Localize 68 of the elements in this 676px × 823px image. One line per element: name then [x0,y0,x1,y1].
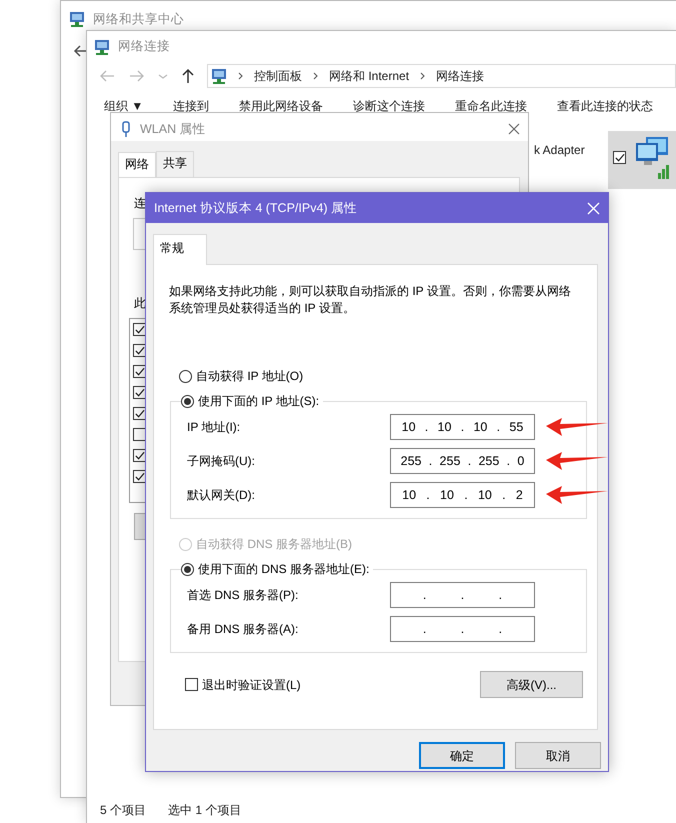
annotation-arrow [546,417,608,437]
breadcrumb-item[interactable]: 网络和 Internet [329,67,410,85]
component-checkbox[interactable] [133,407,146,420]
toolbar-button[interactable]: 重命名此连接 [455,97,528,115]
field-label: 子网掩码(U): [187,453,256,470]
chevron-icon [312,71,319,81]
component-checkbox[interactable] [133,323,146,336]
network-icon [211,68,227,84]
adapter-name: k Adapter [534,142,585,159]
radio-label[interactable]: 使用下面的 DNS 服务器地址(E): [198,560,370,578]
adapter-icon [120,120,132,138]
radio-label[interactable]: 使用下面的 IP 地址(S): [198,392,320,410]
radio-label[interactable]: 自动获得 IP 地址(O) [196,367,304,385]
component-checkbox[interactable] [133,449,146,462]
field-label: 首选 DNS 服务器(P): [187,587,300,604]
tab[interactable]: 共享 [156,151,194,177]
checkbox[interactable] [185,678,198,691]
ip-address-field[interactable]: 10 . 10 . 10 . 55 [390,414,535,440]
window-title: 网络连接 [118,38,170,56]
network-icon [94,38,110,54]
status-text: 选中 1 个项目 [168,802,242,819]
window-title: 网络和共享中心 [93,11,184,28]
toolbar-button[interactable]: 查看此连接的状态 [557,97,654,115]
ok-button[interactable]: 确定 [419,742,505,769]
up-icon[interactable] [181,68,195,84]
annotation-arrow [546,451,608,471]
toolbar-button[interactable]: 禁用此网络设备 [239,97,324,115]
component-checkbox[interactable] [133,428,146,441]
ip-address-field[interactable]: . . . [390,616,535,642]
component-checkbox[interactable] [133,365,146,378]
ip-address-field[interactable]: 10 . 10 . 10 . 2 [390,482,535,508]
radio-button[interactable] [181,394,194,408]
field-label: IP 地址(I): [187,419,242,436]
field-label: 默认网关(D): [187,487,256,504]
ip-address-field[interactable]: 255 . 255 . 255 . 0 [390,448,535,474]
window-title: WLAN 属性 [140,120,207,138]
ip-address-field[interactable]: . . . [390,582,535,608]
breadcrumb-item[interactable]: 控制面板 [254,67,302,85]
component-checkbox[interactable] [133,386,146,399]
adapter-checkbox[interactable] [613,151,626,164]
tab[interactable]: 网络 [118,152,156,178]
checkbox-label[interactable]: 退出时验证设置(L) [202,676,301,694]
field-label: 备用 DNS 服务器(A): [187,621,300,638]
radio-button[interactable] [179,370,192,382]
tab[interactable]: 常规 [153,234,207,265]
toolbar-button[interactable]: 连接到 [173,97,210,115]
chevron-icon [419,71,426,81]
adapter-item[interactable] [608,131,676,189]
radio-button[interactable] [181,562,194,576]
label-text: 连 [134,195,146,212]
label-text: 此 [134,295,146,312]
breadcrumb-item[interactable]: 网络连接 [436,67,484,85]
component-checkbox[interactable] [133,470,146,483]
chevron-icon [237,71,244,81]
status-text: 5 个项目 [100,802,146,819]
toolbar-button[interactable]: 组织 ▼ [104,97,144,115]
cancel-button[interactable]: 取消 [515,742,601,769]
description-text: 如果网络支持此功能，则可以获取自动指派的 IP 设置。否则，你需要从网络系统管理员处获得适当的 IP 设置。 [169,283,572,317]
advanced-button[interactable]: 高级(V)... [480,671,583,698]
address-bar[interactable]: 控制面板 网络和 Internet 网络连接 [207,64,676,88]
network-icon [69,11,85,28]
window-title: Internet 协议版本 4 (TCP/IPv4) 属性 [154,200,358,217]
radio-label: 自动获得 DNS 服务器地址(B) [196,536,352,553]
annotation-arrow [546,485,608,505]
toolbar-button[interactable]: 诊断这个连接 [353,97,426,115]
close-icon[interactable] [508,123,520,135]
component-checkbox[interactable] [133,344,146,357]
back-icon[interactable] [73,44,88,58]
